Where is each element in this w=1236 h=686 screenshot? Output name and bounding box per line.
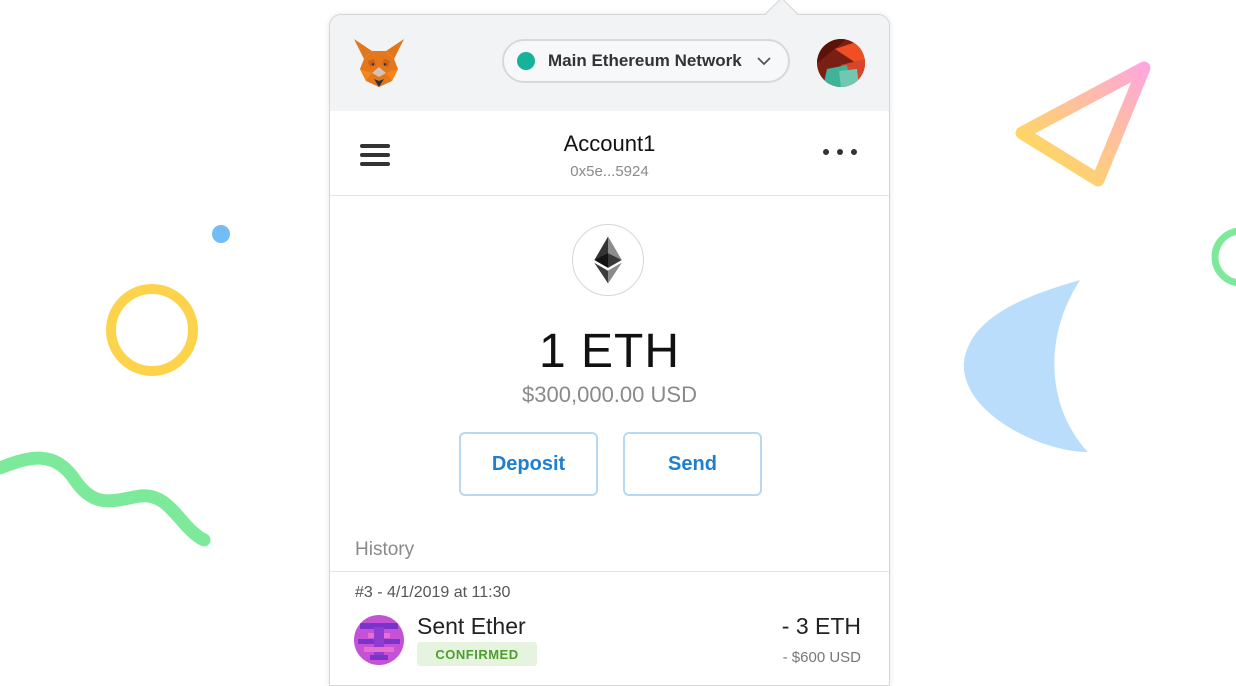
account-avatar[interactable] [817,39,865,87]
transaction-fiat-amount: - $600 USD [782,649,861,666]
metamask-fox-icon[interactable] [352,37,406,89]
ethereum-icon [572,224,644,296]
more-options-icon[interactable] [823,149,857,157]
yellow-ring-decoration [106,284,198,376]
blue-crescent-decoration [963,280,1088,452]
deposit-button[interactable]: Deposit [459,432,598,496]
balance-section: 1 ETH $300,000.00 USD Deposit Send Histo… [330,196,889,572]
transaction-meta: #3 - 4/1/2019 at 11:30 [355,584,511,601]
history-heading: History [355,539,415,560]
network-name: Main Ethereum Network [548,51,742,70]
green-squiggle-decoration [0,451,211,547]
green-ring-decoration [1211,227,1236,287]
chevron-down-icon [757,57,771,66]
gradient-triangle-decoration [1015,61,1151,187]
transaction-title: Sent Ether [417,613,526,639]
status-badge: CONFIRMED [417,642,537,666]
account-bar: Account1 0x5e...5924 [330,111,889,196]
send-button[interactable]: Send [623,432,762,496]
network-status-dot [517,52,535,70]
blue-dot-decoration [212,225,230,243]
transaction-identicon [354,615,404,665]
network-selector[interactable]: Main Ethereum Network [502,39,790,83]
token-balance: 1 ETH [538,325,681,378]
fiat-balance: $300,000.00 USD [522,382,697,407]
divider [330,571,889,572]
transaction-amount: - 3 ETH [781,613,861,639]
wallet-popup: Main Ethereum Network Account1 0x5e...59… [329,14,890,686]
account-name[interactable]: Account1 [330,131,889,157]
account-address[interactable]: 0x5e...5924 [330,163,889,180]
app-header: Main Ethereum Network [330,15,889,111]
